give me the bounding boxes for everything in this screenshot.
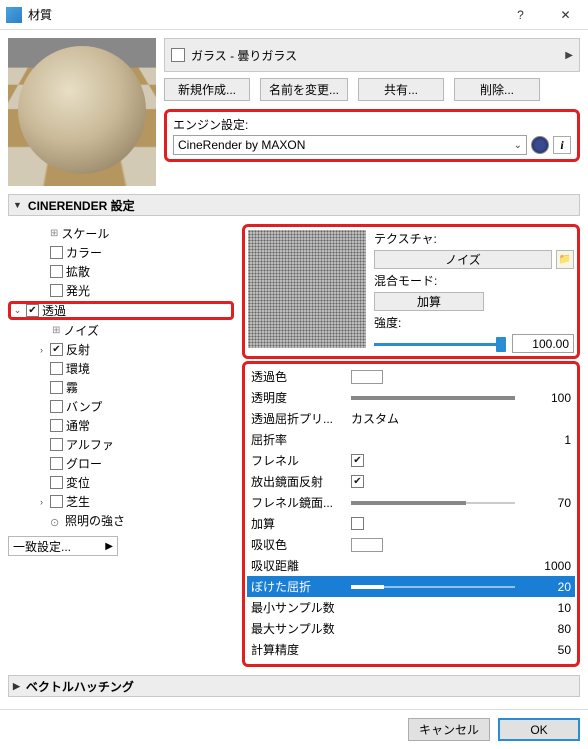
section-vector-hatching[interactable]: ▶ ベクトルハッチング: [8, 675, 580, 697]
prop-additive[interactable]: 加算: [247, 513, 575, 534]
tree-reflectance[interactable]: ›反射: [8, 340, 234, 359]
reflectance-checkbox[interactable]: [50, 343, 63, 356]
environment-checkbox[interactable]: [50, 362, 63, 375]
dialog-footer: キャンセル OK: [0, 709, 588, 749]
fresnel-checkbox[interactable]: [351, 454, 364, 467]
material-name: ガラス - 曇りガラス: [191, 47, 297, 64]
section-vector-label: ベクトルハッチング: [26, 678, 134, 695]
tree-bump[interactable]: バンプ: [8, 397, 234, 416]
brightness-slider[interactable]: [351, 393, 515, 403]
trans-color-swatch[interactable]: [351, 370, 383, 384]
strength-label: 強度:: [374, 314, 574, 331]
ok-button[interactable]: OK: [498, 718, 580, 741]
prop-absorption-dist[interactable]: 吸収距離1000: [247, 555, 575, 576]
engine-value: CineRender by MAXON: [178, 138, 514, 152]
total-internal-checkbox[interactable]: [351, 475, 364, 488]
diffusion-checkbox[interactable]: [50, 265, 63, 278]
prop-refraction[interactable]: 屈折率1: [247, 429, 575, 450]
triangle-down-icon: ▼: [13, 200, 22, 210]
tree-normal[interactable]: 通常: [8, 416, 234, 435]
displacement-checkbox[interactable]: [50, 476, 63, 489]
chevron-down-icon: ⌄: [514, 140, 522, 151]
fresnel-refl-slider[interactable]: [351, 498, 515, 508]
material-menu-arrow[interactable]: ▶: [565, 50, 573, 61]
channel-tree: ⊞スケール カラー 拡散 発光 ⌄透過 ⊞ノイズ ›反射 環境 霧 バンプ 通常…: [8, 224, 234, 667]
close-button[interactable]: ✕: [543, 0, 588, 30]
expand-icon[interactable]: ›: [36, 345, 47, 355]
fog-checkbox[interactable]: [50, 381, 63, 394]
new-button[interactable]: 新規作成...: [164, 78, 250, 101]
triangle-right-icon: ▶: [13, 681, 20, 692]
additive-checkbox[interactable]: [351, 517, 364, 530]
tree-fog[interactable]: 霧: [8, 378, 234, 397]
engine-info-icon[interactable]: i: [553, 136, 571, 154]
tree-transparency[interactable]: ⌄透過: [8, 301, 234, 320]
luminance-checkbox[interactable]: [50, 284, 63, 297]
tree-displacement[interactable]: 変位: [8, 473, 234, 492]
material-enable-checkbox[interactable]: [171, 48, 185, 62]
alpha-checkbox[interactable]: [50, 438, 63, 451]
prop-fresnel-refl[interactable]: フレネル鏡面...70: [247, 492, 575, 513]
prop-max-samples[interactable]: 最大サンプル数80: [247, 618, 575, 639]
tree-color[interactable]: カラー: [8, 243, 234, 262]
engine-label: エンジン設定:: [173, 116, 571, 133]
prop-brightness[interactable]: 透明度100: [247, 387, 575, 408]
transparency-checkbox[interactable]: [26, 304, 39, 317]
tree-luminance[interactable]: 発光: [8, 281, 234, 300]
tree-diffusion[interactable]: 拡散: [8, 262, 234, 281]
prop-blurriness[interactable]: ぼけた屈折20: [247, 576, 575, 597]
engine-icon[interactable]: [531, 136, 549, 154]
grass-checkbox[interactable]: [50, 495, 63, 508]
color-checkbox[interactable]: [50, 246, 63, 259]
tree-grass[interactable]: ›芝生: [8, 492, 234, 511]
tree-scale[interactable]: ⊞スケール: [8, 224, 234, 243]
tree-environment[interactable]: 環境: [8, 359, 234, 378]
texture-label: テクスチャ:: [374, 230, 574, 247]
prop-min-samples[interactable]: 最小サンプル数10: [247, 597, 575, 618]
prop-total-internal[interactable]: 放出鏡面反射: [247, 471, 575, 492]
section-cinerender[interactable]: ▼ CINERENDER 設定: [8, 194, 580, 216]
absorption-color-swatch[interactable]: [351, 538, 383, 552]
tree-noise[interactable]: ⊞ノイズ: [8, 321, 234, 340]
texture-panel-highlight: テクスチャ: ノイズ 📁 混合モード: 加算 強度: 100.00: [242, 224, 580, 359]
prop-absorption-color[interactable]: 吸収色: [247, 534, 575, 555]
prop-accuracy[interactable]: 計算精度50: [247, 639, 575, 660]
mixmode-label: 混合モード:: [374, 272, 574, 289]
texture-load-icon[interactable]: 📁: [556, 250, 574, 269]
normal-checkbox[interactable]: [50, 419, 63, 432]
bump-checkbox[interactable]: [50, 400, 63, 413]
expand-icon[interactable]: ⌄: [12, 305, 23, 316]
prop-fresnel[interactable]: フレネル: [247, 450, 575, 471]
glow-checkbox[interactable]: [50, 457, 63, 470]
texture-button[interactable]: ノイズ: [374, 250, 552, 269]
cancel-button[interactable]: キャンセル: [408, 718, 490, 741]
dot-icon: [50, 515, 62, 527]
engine-settings-highlight: エンジン設定: CineRender by MAXON ⌄ i: [164, 109, 580, 162]
strength-value[interactable]: 100.00: [512, 334, 574, 353]
material-preview: [8, 38, 156, 186]
tree-alpha[interactable]: アルファ: [8, 435, 234, 454]
mixmode-button[interactable]: 加算: [374, 292, 484, 311]
properties-highlight: 透過色 透明度100 透過屈折プリ...カスタム 屈折率1 フレネル 放出鏡面反…: [242, 361, 580, 667]
section-cinerender-label: CINERENDER 設定: [28, 197, 135, 214]
chevron-right-icon: ▶: [105, 541, 113, 552]
strength-slider[interactable]: [374, 336, 506, 352]
blurriness-slider[interactable]: [351, 582, 515, 592]
tree-glow[interactable]: グロー: [8, 454, 234, 473]
rename-button[interactable]: 名前を変更...: [260, 78, 348, 101]
matched-settings-button[interactable]: 一致設定...▶: [8, 536, 118, 556]
share-button[interactable]: 共有...: [358, 78, 444, 101]
prop-refraction-preset[interactable]: 透過屈折プリ...カスタム: [247, 408, 575, 429]
titlebar: 材質 ? ✕: [0, 0, 588, 30]
engine-combo[interactable]: CineRender by MAXON ⌄: [173, 135, 527, 155]
expand-icon[interactable]: ›: [36, 497, 47, 507]
app-icon: [6, 7, 22, 23]
help-button[interactable]: ?: [498, 0, 543, 30]
texture-preview: [248, 230, 366, 348]
prop-trans-color[interactable]: 透過色: [247, 366, 575, 387]
material-name-row[interactable]: ガラス - 曇りガラス ▶: [164, 38, 580, 72]
tree-illumination[interactable]: 照明の強さ: [8, 511, 234, 530]
window-title: 材質: [28, 6, 498, 23]
delete-button[interactable]: 削除...: [454, 78, 540, 101]
